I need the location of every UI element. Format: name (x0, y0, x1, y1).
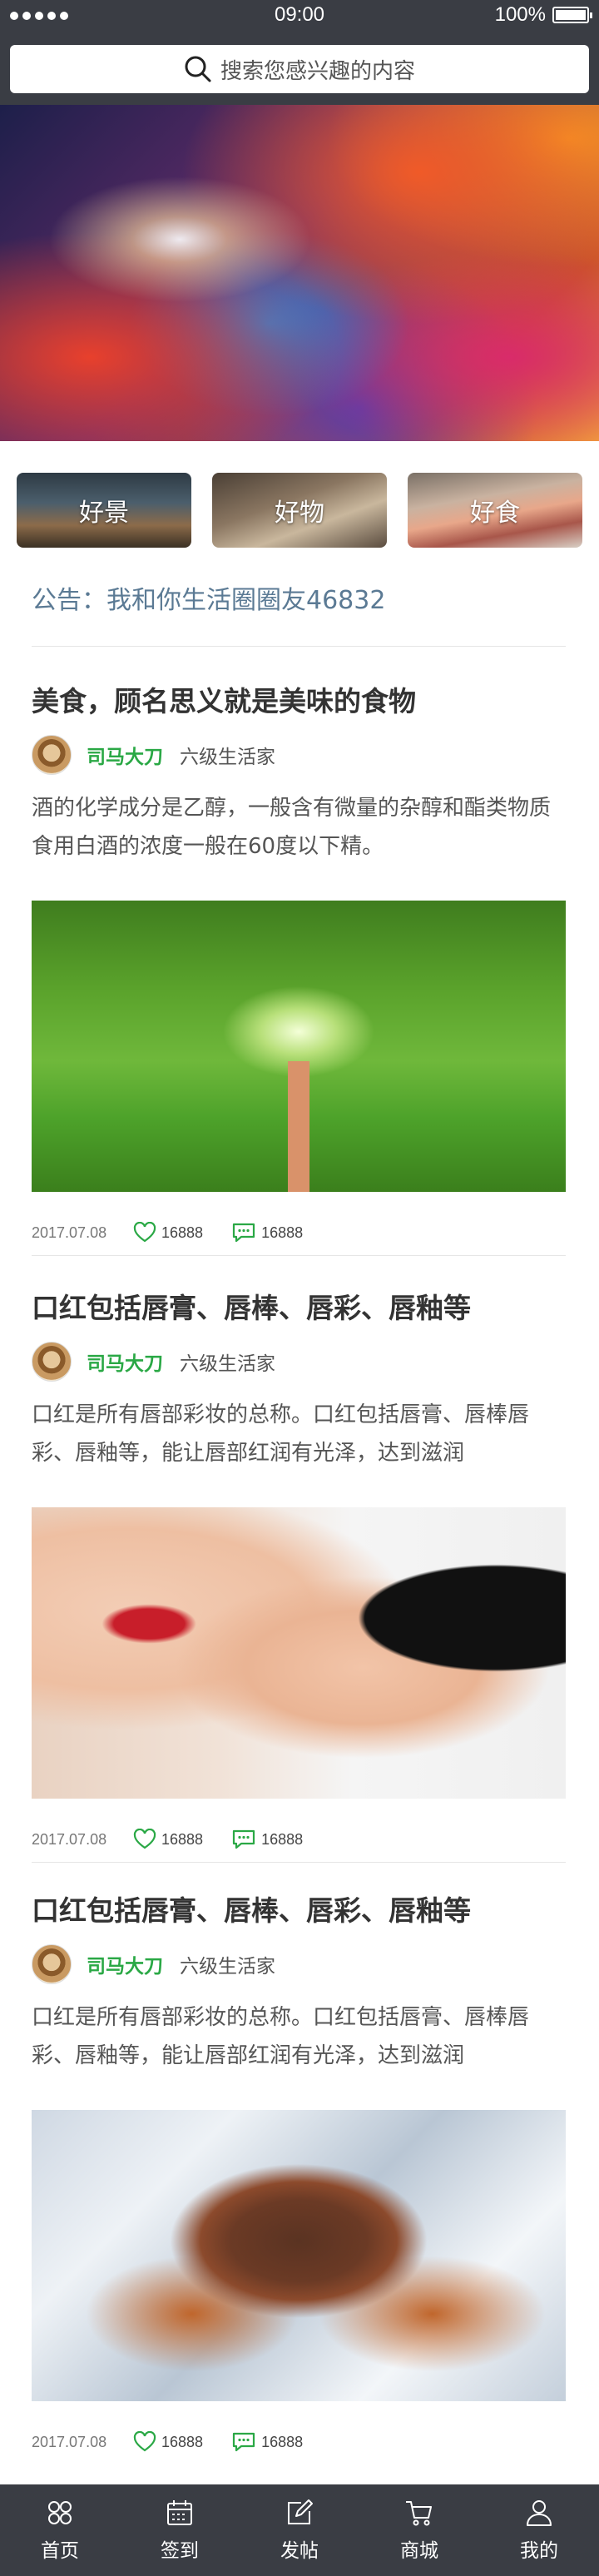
article-date: 2017.07.08 (32, 1830, 107, 1848)
tab-label: 我的 (520, 2540, 558, 2562)
comment-button[interactable]: 16888 (231, 1222, 303, 1243)
comment-icon (232, 2432, 255, 2452)
top-bar: 09:00 100% 搜索您感兴趣的内容 (0, 0, 599, 105)
article-excerpt: 酒的化学成分是乙醇，一般含有微量的杂醇和酯类物质食用白酒的浓度一般在60度以下精… (32, 796, 552, 859)
comment-icon (232, 1223, 255, 1243)
comment-count: 16888 (261, 1223, 304, 1241)
tab-label: 首页 (41, 2540, 79, 2562)
like-button[interactable]: 16888 (133, 2431, 203, 2453)
comment-icon (232, 1829, 255, 1849)
tab-home[interactable]: 首页 (0, 2484, 120, 2576)
comment-count: 16888 (261, 2433, 304, 2450)
avatar[interactable] (32, 735, 72, 775)
tree-lined-path-photo[interactable] (32, 901, 566, 1192)
search-bar[interactable]: 搜索您感兴趣的内容 (10, 45, 589, 93)
divider (32, 1862, 566, 1863)
category-food[interactable]: 好食 (408, 473, 582, 548)
like-button[interactable]: 16888 (133, 1222, 203, 1243)
author-row: 司马大刀 六级生活家 (32, 734, 566, 776)
search-icon (185, 56, 211, 82)
calendar-icon (167, 2500, 192, 2525)
tab-label: 商城 (400, 2540, 438, 2562)
category-label: 好物 (275, 499, 324, 528)
category-goods[interactable]: 好物 (212, 473, 387, 548)
comment-button[interactable]: 16888 (231, 1829, 303, 1850)
like-button[interactable]: 16888 (133, 1829, 203, 1850)
category-scenery[interactable]: 好景 (17, 473, 191, 548)
tab-checkin[interactable]: 签到 (120, 2484, 240, 2576)
article-card[interactable]: 口红包括唇膏、唇棒、唇彩、唇釉等 司马大刀 六级生活家 口红是所有唇部彩妆的总称… (32, 1889, 566, 2454)
avatar[interactable] (32, 1342, 72, 1382)
like-count: 16888 (161, 1830, 204, 1848)
comment-button[interactable]: 16888 (231, 2431, 303, 2453)
avatar[interactable] (32, 1944, 72, 1984)
divider (32, 1255, 566, 1256)
author-name[interactable]: 司马大刀 (87, 1950, 163, 1978)
article-meta: 2017.07.08 16888 16888 (32, 1220, 566, 1245)
lipstick-photo[interactable] (32, 1507, 566, 1799)
like-count: 16888 (161, 2433, 204, 2450)
author-row: 司马大刀 六级生活家 (32, 1943, 566, 1985)
tab-label: 发帖 (280, 2540, 319, 2562)
article-title[interactable]: 美食，顾名思义就是美味的食物 (32, 679, 566, 719)
author-row: 司马大刀 六级生活家 (32, 1341, 566, 1382)
crab-on-ice-photo[interactable] (32, 2110, 566, 2401)
category-tiles: 好景 好物 好食 (17, 473, 582, 548)
author-level: 六级生活家 (180, 747, 275, 768)
cart-icon (406, 2501, 432, 2526)
battery-percent: 100% (494, 3, 546, 26)
tab-shop[interactable]: 商城 (359, 2484, 479, 2576)
author-name[interactable]: 司马大刀 (87, 741, 163, 769)
article-card[interactable]: 口红包括唇膏、唇棒、唇彩、唇釉等 司马大刀 六级生活家 口红是所有唇部彩妆的总称… (32, 1286, 566, 1852)
author-level: 六级生活家 (180, 1956, 275, 1978)
category-label: 好景 (79, 499, 129, 528)
comment-count: 16888 (261, 1830, 304, 1848)
like-count: 16888 (161, 1223, 204, 1241)
article-meta: 2017.07.08 16888 16888 (32, 2430, 566, 2454)
heart-icon (133, 1829, 156, 1849)
article-meta: 2017.07.08 16888 16888 (32, 1827, 566, 1852)
article-title[interactable]: 口红包括唇膏、唇棒、唇彩、唇釉等 (32, 1286, 566, 1326)
author-name[interactable]: 司马大刀 (87, 1348, 163, 1376)
article-excerpt: 口红是所有唇部彩妆的总称。口红包括唇膏、唇棒唇彩、唇釉等，能让唇部红润有光泽，达… (32, 1402, 530, 1466)
battery-status: 100% (494, 3, 592, 27)
status-bar: 09:00 100% (0, 0, 599, 33)
battery-icon (552, 7, 592, 23)
tab-post[interactable]: 发帖 (240, 2484, 359, 2576)
article-date: 2017.07.08 (32, 1223, 107, 1241)
author-level: 六级生活家 (180, 1353, 275, 1375)
notice-text[interactable]: 公告：我和你生活圈圈友46832 (32, 579, 385, 616)
bottom-tab-bar: 首页 签到 发帖 商城 我的 (0, 2484, 599, 2576)
article-excerpt: 口红是所有唇部彩妆的总称。口红包括唇膏、唇棒唇彩、唇釉等，能让唇部红润有光泽，达… (32, 2005, 530, 2068)
heart-icon (133, 1222, 156, 1243)
article-date: 2017.07.08 (32, 2433, 107, 2450)
user-icon (527, 2500, 552, 2526)
banner-image[interactable] (0, 105, 599, 441)
tab-profile[interactable]: 我的 (479, 2484, 599, 2576)
category-label: 好食 (470, 499, 520, 528)
home-icon (48, 2501, 72, 2524)
article-card[interactable]: 美食，顾名思义就是美味的食物 司马大刀 六级生活家 酒的化学成分是乙醇，一般含有… (32, 679, 566, 1245)
divider (32, 646, 566, 647)
search-placeholder: 搜索您感兴趣的内容 (220, 58, 415, 84)
article-title[interactable]: 口红包括唇膏、唇棒、唇彩、唇釉等 (32, 1889, 566, 1928)
tab-label: 签到 (161, 2540, 199, 2562)
heart-icon (133, 2431, 156, 2452)
edit-icon (288, 2499, 313, 2524)
